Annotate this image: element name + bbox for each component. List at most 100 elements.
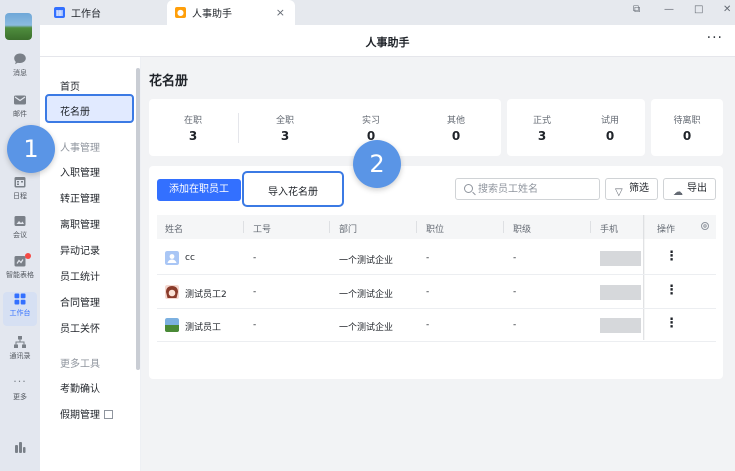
table-row[interactable]: 测试员工2 - 一个测试企业 - - ⋮ [157, 276, 716, 309]
search-input[interactable] [478, 182, 596, 196]
stat-active[interactable]: 在职 3 [149, 99, 237, 156]
more-menu-icon[interactable]: ··· [707, 30, 723, 46]
rail-item-apps[interactable] [0, 440, 40, 471]
rail-item-messages[interactable]: 消息 [0, 52, 40, 86]
nav-item-leave[interactable]: 假期管理 [60, 406, 113, 421]
column-header-id[interactable]: 工号 [253, 222, 271, 235]
nav-item-offboarding[interactable]: 离职管理 [60, 216, 100, 231]
column-header-actions: 操作 [657, 225, 676, 235]
cell-name: 测试员工 [185, 323, 222, 333]
sidebar-scrollbar[interactable] [136, 68, 140, 370]
filter-button[interactable]: ▽ 筛选 [605, 178, 658, 200]
column-header-level[interactable]: 职级 [513, 222, 531, 235]
export-button[interactable]: ☁ 导出 [663, 178, 716, 200]
stat-label: 待离职 [673, 116, 701, 126]
stat-label: 全职 [275, 116, 294, 126]
stat-value: 3 [188, 129, 198, 143]
divider [329, 221, 330, 233]
stat-regular[interactable]: 正式 3 [507, 99, 577, 156]
nav-item-roster[interactable]: 花名册 [60, 103, 90, 118]
default-avatar-icon [165, 251, 179, 265]
rail-item-contacts[interactable]: 通讯录 [0, 335, 40, 369]
column-header-phone[interactable]: 手机 [600, 222, 618, 235]
step-badge-2: 2 [353, 140, 401, 188]
tab-workbench[interactable]: ▦ 工作台 [46, 0, 166, 25]
grid-icon [14, 293, 26, 305]
row-actions-icon[interactable]: ⋮ [665, 250, 678, 264]
stat-fulltime[interactable]: 全职 3 [241, 99, 329, 156]
cell-phone-masked [600, 251, 641, 266]
search-icon [464, 184, 473, 193]
rail-label: 会议 [13, 231, 27, 239]
nav-item-change-records[interactable]: 异动记录 [60, 242, 100, 257]
cell-dept: 一个测试企业 [339, 323, 394, 333]
cell-name: 测试员工2 [185, 290, 227, 300]
app-rail: 消息 邮件 日程 会议 智能表格 工作台 通讯录 ··· 更多 [0, 0, 40, 471]
rail-label: 通讯录 [9, 352, 31, 360]
stat-label: 其他 [446, 116, 465, 126]
minimize-icon[interactable]: — [664, 4, 674, 15]
import-roster-button[interactable]: 导入花名册 [242, 171, 344, 207]
stats-card-employment: 在职 3 全职 3 实习 0 其他 0 [149, 99, 501, 156]
filter-icon: ▽ [615, 187, 623, 198]
nav-item-care[interactable]: 员工关怀 [60, 320, 100, 335]
step-badge-1: 1 [7, 125, 55, 173]
video-icon [14, 216, 26, 226]
nav-item-home[interactable]: 首页 [60, 78, 80, 93]
row-actions-icon[interactable]: ⋮ [665, 317, 678, 331]
calendar-icon [14, 177, 26, 188]
cloud-export-icon: ☁ [673, 187, 683, 198]
notification-dot [25, 253, 31, 259]
rail-item-smart-sheet[interactable]: 智能表格 [0, 253, 40, 288]
user-avatar[interactable] [5, 13, 32, 40]
window-title: 人事助手 [365, 36, 410, 49]
rail-item-mail[interactable]: 邮件 [0, 93, 40, 127]
rail-item-calendar[interactable]: 日程 [0, 175, 40, 209]
tab-hr-assistant[interactable]: ● 人事助手 × [167, 0, 295, 25]
nav-item-contracts[interactable]: 合同管理 [60, 294, 100, 309]
cell-id: - [253, 253, 257, 263]
nav-section-hr: 人事管理 [60, 143, 100, 154]
title-bar: 人事助手 ··· [40, 25, 735, 57]
grid-icon: ▦ [54, 7, 65, 18]
column-header-position[interactable]: 职位 [426, 222, 444, 235]
nav-item-onboarding[interactable]: 入职管理 [60, 164, 100, 179]
cell-id: - [253, 287, 257, 297]
pin-window-icon[interactable]: ⧉ [633, 4, 640, 15]
column-header-name[interactable]: 姓名 [165, 222, 183, 235]
stat-other[interactable]: 其他 0 [412, 99, 500, 156]
column-settings-icon[interactable] [700, 221, 710, 231]
cell-dept: 一个测试企业 [339, 256, 394, 266]
rail-item-workbench[interactable]: 工作台 [3, 292, 37, 326]
person-icon: ● [175, 7, 186, 18]
nav-item-regularization[interactable]: 转正管理 [60, 190, 100, 205]
column-header-dept[interactable]: 部门 [339, 222, 357, 235]
page-title: 花名册 [149, 74, 189, 89]
landscape-avatar-icon [165, 318, 179, 332]
table-header: 姓名 工号 部门 职位 职级 手机 操作 [157, 215, 716, 239]
org-chart-icon [14, 336, 26, 348]
nav-item-statistics[interactable]: 员工统计 [60, 268, 100, 283]
divider [238, 113, 239, 143]
import-roster-label: 导入花名册 [268, 187, 318, 198]
stat-probation[interactable]: 试用 0 [575, 99, 645, 156]
nav-item-attendance[interactable]: 考勤确认 [60, 380, 100, 395]
cell-level: - [513, 253, 517, 263]
table-row[interactable]: cc - 一个测试企业 - - ⋮ [157, 242, 716, 275]
table-row[interactable]: 测试员工 - 一个测试企业 - - ⋮ [157, 309, 716, 342]
row-actions-icon[interactable]: ⋮ [665, 284, 678, 298]
rail-label: 更多 [13, 393, 27, 401]
cell-dept: 一个测试企业 [339, 290, 394, 300]
stat-pending-leave[interactable]: 待离职 0 [651, 99, 723, 156]
search-box[interactable] [455, 178, 600, 200]
close-icon[interactable]: × [276, 6, 285, 19]
rail-item-more[interactable]: ··· 更多 [0, 376, 40, 410]
add-employee-button[interactable]: 添加在职员工 [157, 179, 241, 201]
window-close-icon[interactable]: ✕ [723, 4, 731, 15]
rail-item-meeting[interactable]: 会议 [0, 214, 40, 248]
mail-icon [14, 95, 26, 105]
cell-position: - [426, 287, 430, 297]
rail-label: 日程 [13, 192, 27, 200]
maximize-icon[interactable]: □ [694, 4, 703, 15]
cell-name: cc [185, 253, 195, 263]
